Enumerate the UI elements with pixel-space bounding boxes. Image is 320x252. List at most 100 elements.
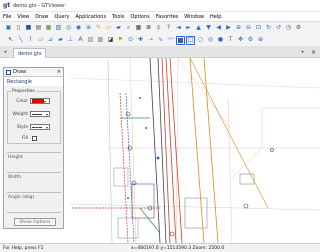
- eraser-icon: ▱: [106, 24, 111, 31]
- list-button[interactable]: ≣: [144, 24, 153, 33]
- grid-button[interactable]: ▦: [134, 24, 143, 33]
- tab-next-button[interactable]: ▸: [300, 48, 306, 56]
- symbol-text-button[interactable]: T: [226, 36, 235, 45]
- tab-demo-gts[interactable]: demo.gts: [13, 48, 47, 58]
- open-button[interactable]: ▣: [4, 24, 13, 33]
- tab-prev-button[interactable]: ◂: [2, 48, 8, 56]
- bucket-button[interactable]: ◪: [106, 36, 115, 45]
- menu-window[interactable]: Window: [184, 14, 204, 20]
- down-button[interactable]: ▼: [204, 24, 213, 33]
- save-icon: ■: [25, 24, 32, 31]
- menu-draw[interactable]: Draw: [35, 14, 48, 20]
- print-button[interactable]: ▤: [34, 24, 43, 33]
- rectangle-button[interactable]: ▭: [176, 35, 185, 45]
- menu-file[interactable]: File: [3, 14, 11, 20]
- fill-button[interactable]: ▩: [96, 36, 105, 45]
- divider: [7, 192, 61, 193]
- divider: [7, 172, 61, 173]
- next-view-icon: ▶: [226, 24, 231, 31]
- back-button[interactable]: ◄: [174, 24, 183, 33]
- map-button[interactable]: ▦: [44, 24, 53, 33]
- draw-panel-title: Draw: [13, 69, 27, 75]
- anchor-button[interactable]: ✥: [236, 36, 245, 45]
- draw-panel: Draw × Rectangle Properties Color ▾ Weig…: [3, 67, 64, 229]
- height-label: Height: [8, 155, 23, 160]
- circle-button[interactable]: ○: [196, 36, 205, 45]
- menu-tools[interactable]: Tools: [112, 14, 124, 20]
- shape-name: Rectangle: [4, 77, 63, 86]
- save-button[interactable]: ■: [24, 24, 33, 33]
- search-button[interactable]: ⌕: [124, 24, 133, 33]
- pan-button[interactable]: ◉: [74, 24, 83, 33]
- freehand-button[interactable]: 〰: [166, 36, 175, 45]
- polyline-button[interactable]: ⌇: [26, 36, 35, 45]
- arrow-button[interactable]: ➝: [146, 36, 155, 45]
- flag-button[interactable]: ⚑: [116, 36, 125, 45]
- up-button[interactable]: ▲: [194, 24, 203, 33]
- curve-button[interactable]: ∿: [156, 36, 165, 45]
- settings2-button[interactable]: ⚙: [246, 36, 255, 45]
- pencil-icon: ✎: [95, 24, 102, 31]
- style-dropdown[interactable]: ▾: [30, 124, 50, 130]
- fit-button[interactable]: ⊡: [254, 24, 263, 33]
- menu-help[interactable]: Help: [210, 14, 221, 20]
- zoom-in-button[interactable]: ⊕: [234, 24, 243, 33]
- menu-favorites[interactable]: Favorites: [156, 14, 179, 20]
- cross-button[interactable]: ✚: [136, 36, 145, 45]
- refresh-button[interactable]: ↺: [274, 24, 283, 33]
- pin-icon: ⊙: [127, 36, 134, 43]
- target-button[interactable]: ◎: [206, 36, 215, 45]
- zoom-icon: ◎: [65, 24, 72, 31]
- up-icon: ▲: [196, 24, 201, 31]
- chevron-down-icon: ▾: [45, 111, 48, 117]
- next-view-button[interactable]: ▶: [224, 24, 233, 33]
- refresh-icon: ↺: [275, 24, 282, 31]
- properties-group-title: Properties: [11, 89, 36, 94]
- fill-checkbox[interactable]: [32, 135, 37, 141]
- prev-view-button[interactable]: ◀: [214, 24, 223, 33]
- menu-applications[interactable]: Applications: [76, 14, 107, 20]
- clock-button[interactable]: ◷: [284, 24, 293, 33]
- eraser2-button[interactable]: ▱: [36, 36, 45, 45]
- text-button[interactable]: A: [76, 36, 85, 45]
- divider: [7, 212, 61, 213]
- chevron-down-icon: ▾: [45, 124, 48, 130]
- select-button[interactable]: ↖: [6, 36, 15, 45]
- layers-icon: ▧: [55, 24, 62, 31]
- dimension-button[interactable]: ⊥: [66, 36, 75, 45]
- zoom-button[interactable]: ◎: [64, 24, 73, 33]
- draw-panel-close-button[interactable]: ×: [57, 69, 61, 75]
- menu-query[interactable]: Query: [54, 14, 69, 20]
- pin-button[interactable]: ⊙: [126, 36, 135, 45]
- document-icon: ▯: [16, 24, 21, 31]
- menu-view[interactable]: View: [17, 14, 29, 20]
- zoom-out-button[interactable]: ⊖: [244, 24, 253, 33]
- layers-button[interactable]: ▧: [54, 24, 63, 33]
- forward-button[interactable]: ►: [184, 24, 193, 33]
- dot-button[interactable]: ●: [216, 36, 225, 45]
- line-button[interactable]: ╲: [16, 36, 25, 45]
- target-icon: ◎: [207, 36, 214, 43]
- bookmark-button[interactable]: ▰: [114, 24, 123, 33]
- weight-dropdown[interactable]: ▾: [30, 111, 50, 117]
- pencil-button[interactable]: ✎: [94, 24, 103, 33]
- area-button[interactable]: ▰: [56, 36, 65, 45]
- rectangle-outline-button[interactable]: □: [186, 35, 195, 45]
- search-icon: ⌕: [126, 24, 131, 31]
- show-options-button[interactable]: Show Options: [14, 218, 56, 226]
- title-bar: gt demo.gts - GTViewer: [0, 0, 320, 12]
- color-dropdown[interactable]: ▾: [30, 98, 50, 104]
- fill-icon: ▩: [97, 36, 104, 43]
- document-button[interactable]: ▯: [14, 24, 23, 33]
- tab-close-button[interactable]: ×: [310, 48, 317, 56]
- rotate-button[interactable]: ↻: [264, 24, 273, 33]
- hatch-button[interactable]: ▨: [86, 36, 95, 45]
- eraser-button[interactable]: ▱: [104, 24, 113, 33]
- measure-button[interactable]: ⊿: [46, 36, 55, 45]
- menu-options[interactable]: Options: [130, 14, 149, 20]
- highlight-button[interactable]: ▮: [154, 24, 163, 33]
- help-button[interactable]: ?: [164, 24, 173, 33]
- settings-button[interactable]: ⚙: [294, 24, 303, 33]
- crosshair-button[interactable]: ⊕: [256, 36, 265, 45]
- globe-button[interactable]: ⊕: [84, 24, 93, 33]
